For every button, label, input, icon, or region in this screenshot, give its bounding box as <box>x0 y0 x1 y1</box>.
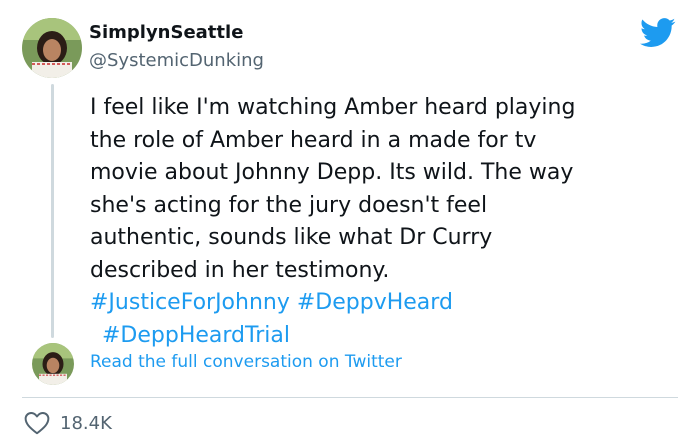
hashtag-justiceforjohnny[interactable]: #JusticeForJohnny <box>90 290 290 315</box>
divider <box>22 397 678 398</box>
twitter-bird-icon[interactable] <box>640 18 676 48</box>
hashtag-deppheardtrial[interactable]: #DeppHeardTrial <box>102 323 290 348</box>
tweet-body: I feel like I'm watching Amber heard pla… <box>90 92 690 352</box>
heart-icon <box>24 412 50 435</box>
author-handle[interactable]: @SystemicDunking <box>89 50 264 71</box>
like-count: 18.4K <box>60 412 112 434</box>
tweet-text-line: movie about Johnny Depp. Its wild. The w… <box>90 160 574 185</box>
profile-photo-icon <box>22 18 82 78</box>
tweet-text-line: authentic, sounds like what Dr Curry <box>90 225 493 250</box>
reply-avatar[interactable] <box>32 343 74 385</box>
read-full-conversation-link[interactable]: Read the full conversation on Twitter <box>90 352 402 372</box>
author-display-name[interactable]: SimplynSeattle <box>89 22 243 43</box>
hashtag-line: #JusticeForJohnny #DeppvHeard <box>90 287 690 320</box>
author-avatar[interactable] <box>22 18 82 78</box>
tweet-text-line: the role of Amber heard in a made for tv <box>90 127 537 153</box>
tweet-card: SimplynSeattle @SystemicDunking I feel l… <box>0 0 700 447</box>
tweet-text-line: described in her testimony. <box>90 257 390 283</box>
hashtag-line: #DeppHeardTrial <box>90 320 690 353</box>
tweet-text-line: I feel like I'm watching Amber heard pla… <box>90 95 576 120</box>
profile-photo-icon <box>32 343 74 385</box>
thread-connector-line <box>51 84 54 338</box>
hashtag-deppvheard[interactable]: #DeppvHeard <box>297 290 453 315</box>
like-button[interactable]: 18.4K <box>24 411 112 435</box>
tweet-text-line: she's acting for the jury doesn't feel <box>90 192 488 218</box>
